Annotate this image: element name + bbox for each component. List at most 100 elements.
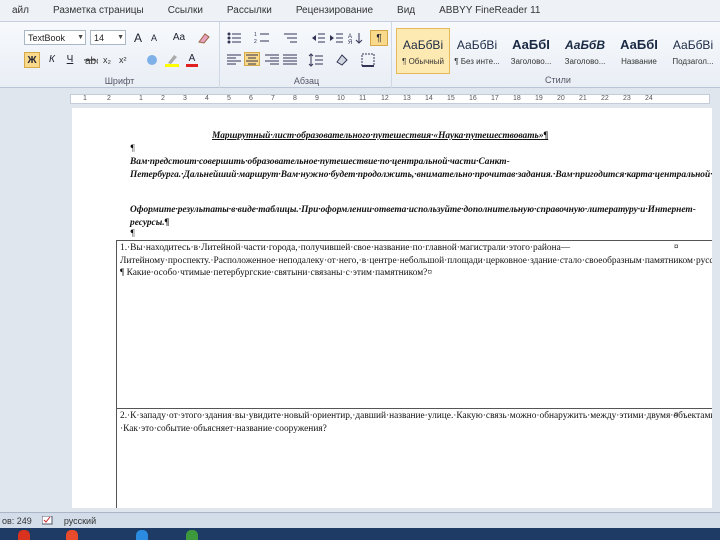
italic-button[interactable]: К bbox=[44, 52, 60, 68]
ruler-label: 7 bbox=[271, 95, 275, 102]
sort-icon[interactable]: АЯ bbox=[348, 31, 364, 46]
style-heading-1[interactable]: АаБбI Заголово... bbox=[504, 28, 558, 74]
style-subtitle[interactable]: АаБбВі Подзагол... bbox=[666, 28, 720, 74]
empty-paragraph: ¶ bbox=[130, 144, 135, 154]
style-sample: АаБбІ bbox=[620, 37, 658, 52]
style-title[interactable]: АаБбІ Название bbox=[612, 28, 666, 74]
question-text: 1.·Вы·находитесь·в·Литейной·части·города… bbox=[120, 243, 712, 278]
ruler-label: 5 bbox=[227, 95, 231, 102]
increase-indent-icon[interactable] bbox=[328, 31, 344, 45]
format-note-paragraph: Оформите·результаты·в·виде·таблицы.·При·… bbox=[130, 205, 696, 228]
app-icon[interactable] bbox=[186, 530, 198, 540]
task-table: 1.·Вы·находитесь·в·Литейной·части·города… bbox=[116, 240, 712, 508]
show-formatting-button[interactable]: ¶ bbox=[370, 30, 388, 46]
ribbon: TextBook ▼ 14 ▼ A A Aa Ж К Ч abc x₂ x² bbox=[0, 22, 720, 88]
multilevel-list-icon[interactable] bbox=[282, 31, 298, 45]
ribbon-tab-bar: айл Разметка страницы Ссылки Рассылки Ре… bbox=[0, 0, 720, 22]
align-center-icon[interactable] bbox=[244, 52, 260, 66]
word-count[interactable]: ов: 249 bbox=[2, 516, 32, 526]
text-effects-icon[interactable] bbox=[144, 53, 160, 67]
style-name: Название bbox=[621, 57, 657, 66]
ruler-label: 19 bbox=[535, 95, 543, 102]
style-sample: АаБбВі bbox=[672, 38, 714, 52]
question-cell[interactable]: 2.·К·западу·от·этого·здания·вы·увидите·н… bbox=[116, 408, 712, 508]
style-sample: АаБбВі bbox=[456, 38, 498, 52]
font-size-combo[interactable]: 14 ▼ bbox=[90, 30, 126, 45]
style-heading-2[interactable]: АаБбВ Заголово... bbox=[558, 28, 612, 74]
superscript-icon[interactable]: x² bbox=[118, 53, 134, 67]
style-name: Заголово... bbox=[564, 57, 606, 66]
question-text: 2.·К·западу·от·этого·здания·вы·увидите·н… bbox=[120, 411, 712, 434]
underline-button[interactable]: Ч bbox=[62, 52, 78, 68]
ruler-label: 17 bbox=[491, 95, 499, 102]
grow-font-button[interactable]: A bbox=[130, 30, 146, 46]
tab-view[interactable]: Вид bbox=[385, 5, 427, 16]
decrease-indent-icon[interactable] bbox=[310, 31, 326, 45]
ruler-label: 10 bbox=[337, 95, 345, 102]
ruler-label: 2 bbox=[161, 95, 165, 102]
language-indicator[interactable]: русский bbox=[64, 516, 96, 526]
font-name-combo[interactable]: TextBook ▼ bbox=[24, 30, 86, 45]
clear-format-icon[interactable] bbox=[196, 31, 212, 45]
question-cell[interactable]: 1.·Вы·находитесь·в·Литейной·части·города… bbox=[116, 240, 712, 409]
row-end-mark: ¤ bbox=[674, 242, 679, 251]
style-name: Заголово... bbox=[510, 57, 552, 66]
borders-icon[interactable] bbox=[360, 53, 376, 67]
table-row: 2.·К·западу·от·этого·здания·вы·увидите·н… bbox=[116, 408, 712, 508]
line-spacing-icon[interactable] bbox=[308, 53, 324, 67]
tab-abbyy[interactable]: ABBYY FineReader 11 bbox=[427, 5, 552, 16]
ruler-label: 1 bbox=[83, 95, 87, 102]
highlight-icon[interactable] bbox=[164, 53, 180, 67]
paragraph-group-title: Абзац bbox=[293, 76, 320, 86]
font-color-button[interactable]: A bbox=[184, 51, 200, 67]
spellcheck-icon[interactable] bbox=[41, 515, 54, 526]
font-group-title: Шрифт bbox=[104, 76, 135, 86]
tab-mailings[interactable]: Рассылки bbox=[215, 5, 284, 16]
shading-icon[interactable] bbox=[334, 53, 350, 67]
ruler-label: 15 bbox=[447, 95, 455, 102]
browser-icon[interactable] bbox=[18, 530, 30, 540]
row-end-mark: ¤ bbox=[674, 410, 679, 419]
style-no-spacing[interactable]: АаБбВі ¶ Без инте... bbox=[450, 28, 504, 74]
style-name: Подзагол... bbox=[672, 57, 714, 66]
status-bar: ов: 249 русский bbox=[0, 512, 720, 528]
tab-review[interactable]: Рецензирование bbox=[284, 5, 385, 16]
shrink-font-button[interactable]: A bbox=[146, 30, 162, 46]
ruler-label: 3 bbox=[183, 95, 187, 102]
styles-group-title: Стили bbox=[545, 75, 571, 85]
tab-references[interactable]: Ссылки bbox=[156, 5, 215, 16]
svg-text:x²: x² bbox=[119, 55, 127, 65]
table-row: 1.·Вы·находитесь·в·Литейной·части·города… bbox=[116, 240, 712, 409]
numbering-icon[interactable]: 12 bbox=[254, 31, 270, 45]
horizontal-ruler[interactable]: 1 2 1 2 3 4 5 6 7 8 9 10 11 12 13 14 15 … bbox=[70, 94, 710, 104]
bold-button[interactable]: Ж bbox=[24, 52, 40, 68]
chevron-down-icon[interactable]: ▼ bbox=[77, 32, 84, 44]
ruler-label: 21 bbox=[579, 95, 587, 102]
change-case-button[interactable]: Aa bbox=[168, 30, 190, 46]
ruler-label: 16 bbox=[469, 95, 477, 102]
tab-file[interactable]: айл bbox=[0, 5, 41, 16]
document-page[interactable]: Маршрутный·лист·образовательного·путешес… bbox=[72, 108, 712, 508]
styles-gallery: АаБбВі ¶ Обычный АаБбВі ¶ Без инте... Аа… bbox=[396, 28, 720, 74]
subscript-icon[interactable]: x₂ bbox=[102, 53, 118, 67]
justify-icon[interactable] bbox=[282, 53, 298, 67]
style-sample: АаБбВ bbox=[564, 38, 606, 52]
svg-text:abc: abc bbox=[85, 56, 98, 67]
bullets-icon[interactable] bbox=[226, 31, 242, 45]
ruler-label: 4 bbox=[205, 95, 209, 102]
ruler-label: 20 bbox=[557, 95, 565, 102]
strikethrough-icon[interactable]: abc bbox=[82, 53, 101, 67]
word-icon[interactable] bbox=[136, 530, 148, 540]
ruler-label: 23 bbox=[623, 95, 631, 102]
style-normal[interactable]: АаБбВі ¶ Обычный bbox=[396, 28, 450, 74]
align-right-icon[interactable] bbox=[264, 53, 280, 67]
style-name: ¶ Без инте... bbox=[454, 57, 500, 66]
app-icon[interactable] bbox=[66, 530, 78, 540]
ruler-label: 2 bbox=[107, 95, 111, 102]
chevron-down-icon[interactable]: ▼ bbox=[117, 32, 124, 44]
align-left-icon[interactable] bbox=[226, 53, 242, 67]
document-title: Маршрутный·лист·образовательного·путешес… bbox=[212, 131, 549, 141]
svg-text:1: 1 bbox=[254, 32, 257, 38]
tab-page-layout[interactable]: Разметка страницы bbox=[41, 5, 156, 16]
ruler-label: 8 bbox=[293, 95, 297, 102]
